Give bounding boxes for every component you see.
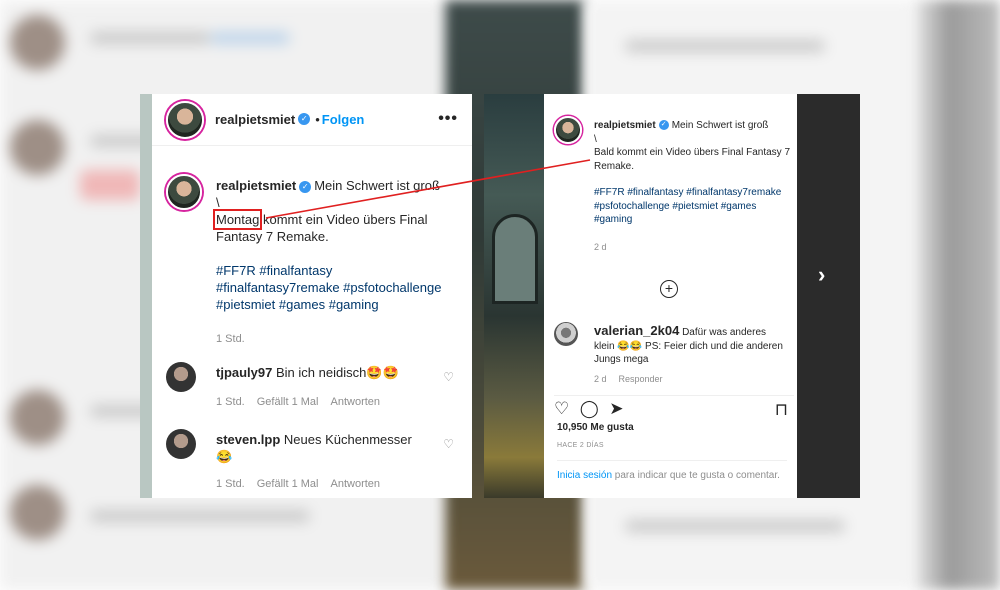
- arched-window-graphic: [492, 214, 538, 304]
- comment-username[interactable]: steven.lpp: [216, 432, 280, 447]
- caption-time: 2 d: [594, 241, 607, 252]
- comment-bubble-icon[interactable]: ◯: [580, 399, 599, 419]
- comment-likes[interactable]: Gefällt 1 Mal: [257, 396, 319, 408]
- like-comment-heart-icon[interactable]: ♡: [443, 437, 454, 451]
- action-bar: ♡ ◯ ➤ ⊓: [554, 395, 794, 419]
- comment-body: Bin ich neidisch🤩🤩: [275, 365, 399, 380]
- caption-backslash: \: [216, 195, 220, 210]
- share-send-icon[interactable]: ➤: [609, 399, 623, 419]
- reply-button[interactable]: Responder: [619, 374, 663, 384]
- caption-username[interactable]: realpietsmiet: [216, 178, 296, 193]
- separator-dot: •: [315, 111, 320, 127]
- hashtags[interactable]: #FF7R #finalfantasy #finalfantasy7remake…: [216, 262, 456, 313]
- comment-time: 1 Std.: [216, 478, 245, 490]
- user-avatar[interactable]: [166, 100, 204, 139]
- username[interactable]: realpietsmiet: [215, 112, 295, 127]
- comment-avatar[interactable]: [554, 322, 578, 346]
- more-options-icon[interactable]: •••: [438, 110, 458, 128]
- verified-badge-icon: ✓: [298, 113, 311, 126]
- likes-count[interactable]: 10,950 Me gusta: [557, 422, 634, 433]
- caption-first-line: Mein Schwert ist groß: [671, 120, 769, 131]
- posted-time: HACE 2 DÍAS: [557, 442, 604, 449]
- comment-likes[interactable]: Gefällt 1 Mal: [257, 478, 319, 490]
- caption-backslash: \: [594, 133, 597, 145]
- comment-text: tjpauly97 Bin ich neidisch🤩🤩: [216, 364, 426, 381]
- caption-avatar[interactable]: [166, 174, 202, 210]
- verified-badge-icon: ✓: [658, 120, 669, 131]
- caption-avatar[interactable]: [554, 116, 582, 144]
- hashtags[interactable]: #FF7R #finalfantasy #finalfantasy7remake…: [594, 186, 794, 227]
- chevron-right-icon[interactable]: ›: [818, 262, 825, 288]
- comment-avatar[interactable]: [166, 429, 196, 459]
- caption-text: realpietsmiet ✓ Mein Schwert ist groß \ Ba…: [594, 119, 794, 254]
- caption-first-line: Mein Schwert ist groß: [314, 178, 440, 193]
- comment-time: 2 d: [594, 374, 607, 384]
- bookmark-icon[interactable]: ⊓: [775, 400, 788, 420]
- dark-overlay-strip: [797, 94, 860, 498]
- post-image[interactable]: [484, 94, 544, 498]
- instagram-post-spanish: realpietsmiet ✓ Mein Schwert ist groß \ Ba…: [484, 94, 860, 498]
- instagram-post-german: realpietsmiet ✓ • Folgen ••• realpietsmiet ✓…: [140, 94, 472, 498]
- comment-meta: 1 Std. Gefällt 1 Mal Antworten: [216, 478, 392, 490]
- comment-username[interactable]: valerian_2k04: [594, 323, 679, 338]
- comment-username[interactable]: tjpauly97: [216, 365, 272, 380]
- follow-button[interactable]: Folgen: [322, 112, 365, 127]
- comment-avatar[interactable]: [166, 362, 196, 392]
- like-heart-icon[interactable]: ♡: [554, 399, 569, 419]
- login-prompt: Inicia sesión para indicar que te gusta …: [557, 460, 787, 482]
- caption-body: Bald kommt ein Video übers Final Fantasy…: [594, 147, 791, 172]
- caption-text: realpietsmiet ✓ Mein Schwert ist groß \ Mo…: [212, 177, 456, 348]
- caption-username[interactable]: realpietsmiet: [594, 120, 656, 131]
- highlighted-word: Montag: [212, 209, 263, 230]
- reply-button[interactable]: Antworten: [331, 396, 381, 408]
- caption-time: 1 Std.: [216, 333, 245, 345]
- blurred-background-far-right: [915, 0, 1000, 590]
- verified-badge-icon: ✓: [299, 180, 312, 193]
- like-comment-heart-icon[interactable]: ♡: [443, 370, 454, 384]
- comment-meta: 2 d Responder: [594, 374, 675, 384]
- load-more-plus-icon[interactable]: +: [660, 280, 678, 298]
- post-side-card: realpietsmiet ✓ Mein Schwert ist groß \ Ba…: [544, 94, 797, 498]
- reply-button[interactable]: Antworten: [331, 478, 381, 490]
- comment-time: 1 Std.: [216, 396, 245, 408]
- comment-text: valerian_2k04 Dafür was anderes klein 😂😂…: [594, 324, 789, 367]
- post-header: realpietsmiet ✓ • Folgen •••: [152, 94, 472, 146]
- comment-text: steven.lpp Neues Küchenmesser 😂: [216, 431, 426, 465]
- login-prompt-text: para indicar que te gusta o comentar.: [612, 470, 780, 481]
- login-link[interactable]: Inicia sesión: [557, 470, 612, 481]
- comment-meta: 1 Std. Gefällt 1 Mal Antworten: [216, 396, 392, 408]
